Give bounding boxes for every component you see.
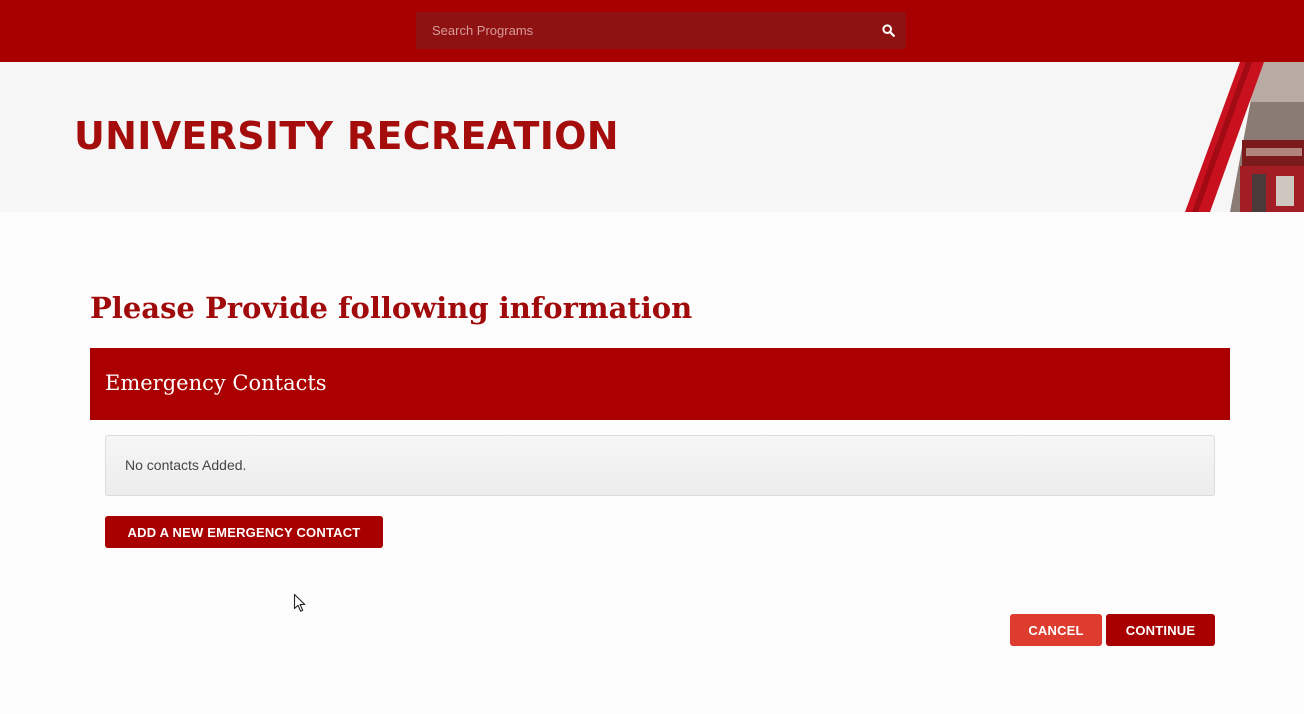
- hero-banner: UNIVERSITY RECREATION: [0, 62, 1304, 212]
- banner-photo-image: [1185, 62, 1304, 212]
- add-emergency-contact-button[interactable]: ADD A NEW EMERGENCY CONTACT: [105, 516, 383, 548]
- banner-title: UNIVERSITY RECREATION: [74, 114, 619, 158]
- search-bar: [416, 12, 906, 49]
- search-icon: [881, 24, 895, 37]
- search-button[interactable]: [870, 12, 906, 49]
- continue-button[interactable]: CONTINUE: [1106, 614, 1215, 646]
- mouse-cursor-icon: [293, 593, 306, 612]
- section-title: Emergency Contacts: [105, 371, 327, 395]
- empty-message: No contacts Added.: [125, 457, 247, 473]
- emergency-contacts-header: Emergency Contacts: [90, 348, 1230, 420]
- top-bar: [0, 0, 1304, 62]
- cancel-button[interactable]: CANCEL: [1010, 614, 1102, 646]
- contacts-empty-state: No contacts Added.: [105, 435, 1215, 496]
- search-input[interactable]: [416, 12, 906, 49]
- form-heading: Please Provide following information: [90, 291, 693, 325]
